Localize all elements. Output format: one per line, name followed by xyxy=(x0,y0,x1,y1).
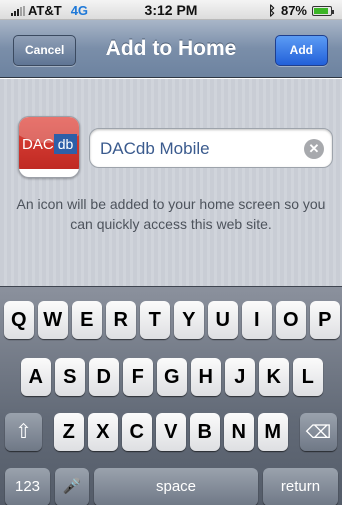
key-h[interactable]: H xyxy=(191,358,221,396)
key-n[interactable]: N xyxy=(224,413,254,451)
key-v[interactable]: V xyxy=(156,413,186,451)
status-right: ᛒ 87% xyxy=(268,3,334,18)
bluetooth-icon: ᛒ xyxy=(268,3,276,18)
app-icon-text-db: db xyxy=(54,134,77,154)
battery-percent: 87% xyxy=(280,3,307,18)
key-o[interactable]: O xyxy=(276,301,306,339)
key-u[interactable]: U xyxy=(208,301,238,339)
shift-icon[interactable]: ⇧ xyxy=(5,413,42,451)
key-e[interactable]: E xyxy=(72,301,102,339)
app-icon-text-dac: DAC xyxy=(22,136,54,153)
numbers-key[interactable]: 123 xyxy=(5,468,50,505)
key-s[interactable]: S xyxy=(55,358,85,396)
navigation-bar: Cancel Add to Home Add xyxy=(0,20,342,78)
add-button[interactable]: Add xyxy=(274,35,328,66)
key-i[interactable]: I xyxy=(242,301,272,339)
key-p[interactable]: P xyxy=(310,301,340,339)
key-k[interactable]: K xyxy=(259,358,289,396)
microphone-icon[interactable]: 🎤 xyxy=(55,468,89,505)
add-to-home-panel: DAC db ✕ An icon will be added to your h… xyxy=(0,79,342,286)
key-c[interactable]: C xyxy=(122,413,152,451)
key-x[interactable]: X xyxy=(88,413,118,451)
key-a[interactable]: A xyxy=(21,358,51,396)
key-m[interactable]: M xyxy=(258,413,288,451)
bookmark-name-field[interactable]: ✕ xyxy=(89,128,333,168)
app-icon-preview: DAC db xyxy=(18,116,80,178)
bookmark-name-input[interactable] xyxy=(100,137,300,161)
hint-text: An icon will be added to your home scree… xyxy=(16,196,326,232)
delete-icon[interactable]: ⌫ xyxy=(300,413,337,451)
key-b[interactable]: B xyxy=(190,413,220,451)
keyboard: Q W E R T Y U I O P A S D F G H J K L ⇧ Z X C V B N M ⌫ 123 🎤 space ret… xyxy=(0,286,342,505)
key-g[interactable]: G xyxy=(157,358,187,396)
key-w[interactable]: W xyxy=(38,301,68,339)
key-q[interactable]: Q xyxy=(4,301,34,339)
space-key[interactable]: space xyxy=(94,468,258,505)
key-l[interactable]: L xyxy=(293,358,323,396)
key-t[interactable]: T xyxy=(140,301,170,339)
key-d[interactable]: D xyxy=(89,358,119,396)
key-y[interactable]: Y xyxy=(174,301,204,339)
clear-icon[interactable]: ✕ xyxy=(304,139,324,159)
key-j[interactable]: J xyxy=(225,358,255,396)
return-key[interactable]: return xyxy=(263,468,338,505)
key-z[interactable]: Z xyxy=(54,413,84,451)
status-bar: AT&T 4G 3:12 PM ᛒ 87% xyxy=(0,0,342,20)
key-r[interactable]: R xyxy=(106,301,136,339)
key-f[interactable]: F xyxy=(123,358,153,396)
battery-icon xyxy=(312,5,334,16)
